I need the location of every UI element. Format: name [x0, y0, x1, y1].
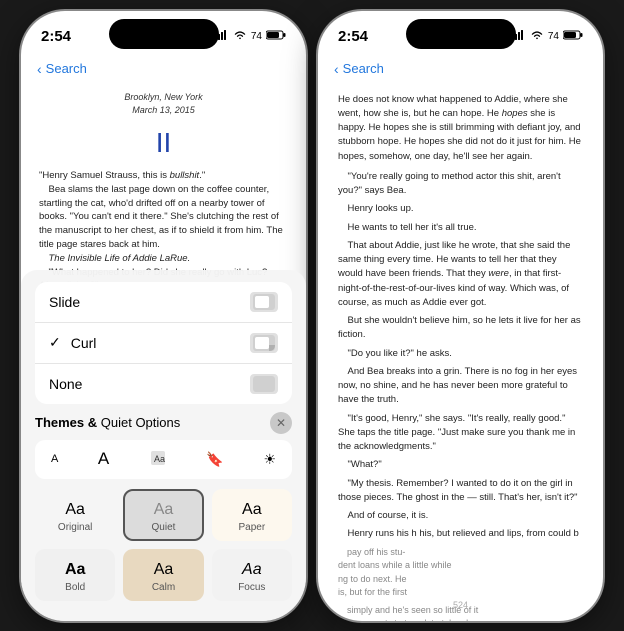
book-para-13: Henry runs his h his, but relieved and l… [338, 527, 583, 541]
book-chapter: II [39, 123, 288, 164]
theme-sample-focus: Aa [222, 561, 282, 579]
battery-label-right: 74 [548, 31, 559, 42]
toolbar-row: A A Aa 🔖 ☀ [35, 440, 292, 479]
left-phone: 2:54 74 ‹ Search Brooklyn, New Y [21, 11, 306, 621]
back-link-right[interactable]: ‹ Search [318, 55, 603, 83]
slide-row-none[interactable]: None [35, 363, 292, 404]
bookmark-btn[interactable]: 🔖 [200, 448, 229, 471]
wifi-icon [233, 30, 247, 43]
battery-bar [266, 30, 286, 43]
phones-container: 2:54 74 ‹ Search Brooklyn, New Y [21, 11, 603, 621]
overlay-panel: Slide ✓ Curl None [21, 270, 306, 621]
book-para-1: He does not know what happened to Addie,… [338, 93, 583, 164]
theme-name-calm: Calm [133, 582, 193, 593]
none-label: None [49, 376, 82, 392]
checkmark-icon: ✓ [49, 334, 61, 351]
theme-sample-paper: Aa [222, 501, 282, 519]
font-increase-btn[interactable]: A [92, 446, 115, 472]
theme-sample-bold: Aa [45, 561, 105, 579]
book-para-10: "What?" [338, 458, 583, 472]
time-left: 2:54 [41, 28, 71, 45]
curl-icon [250, 333, 278, 353]
themes-header: Themes & Quiet Options ✕ [35, 412, 292, 434]
book-para-14: pay off his stu-dent loans while a littl… [338, 546, 583, 600]
theme-card-bold[interactable]: Aa Bold [35, 549, 115, 601]
status-icons-left: 74 [215, 30, 286, 43]
theme-name-bold: Bold [45, 582, 105, 593]
theme-sample-calm: Aa [133, 561, 193, 579]
book-header: Brooklyn, New York March 13, 2015 [39, 91, 288, 117]
book-para-8: And Bea breaks into a grin. There is no … [338, 365, 583, 408]
quiet-options-label: Quiet Options [101, 415, 181, 430]
slide-row-curl[interactable]: ✓ Curl [35, 322, 292, 363]
theme-card-calm[interactable]: Aa Calm [123, 549, 203, 601]
close-button[interactable]: ✕ [270, 412, 292, 434]
theme-card-paper[interactable]: Aa Paper [212, 489, 292, 541]
book-para-2: "You're really going to method actor thi… [338, 170, 583, 199]
font-style-btn[interactable]: Aa [143, 446, 173, 473]
theme-name-original: Original [45, 522, 105, 533]
book-content-right: He does not know what happened to Addie,… [318, 83, 603, 621]
back-link-left[interactable]: ‹ Search [21, 55, 306, 83]
font-decrease-btn[interactable]: A [45, 450, 64, 468]
none-icon [250, 374, 278, 394]
battery-bar-right [563, 30, 583, 43]
status-icons-right: 74 [512, 30, 583, 43]
theme-name-quiet: Quiet [133, 522, 193, 533]
page-number: 524 [318, 599, 603, 613]
slide-icon [250, 292, 278, 312]
themes-grid: Aa Original Aa Quiet Aa Paper Aa Bold [35, 489, 292, 601]
slide-row-slide[interactable]: Slide [35, 282, 292, 322]
theme-card-focus[interactable]: Aa Focus [212, 549, 292, 601]
slide-options: Slide ✓ Curl None [35, 282, 292, 404]
theme-name-paper: Paper [222, 522, 282, 533]
book-para-12: And of course, it is. [338, 509, 583, 523]
book-para-6: But she wouldn't believe him, so he lets… [338, 314, 583, 343]
back-label-left: Search [46, 61, 87, 76]
time-right: 2:54 [338, 28, 368, 45]
wifi-icon-right [530, 30, 544, 43]
theme-sample-original: Aa [45, 501, 105, 519]
theme-card-original[interactable]: Aa Original [35, 489, 115, 541]
right-phone: 2:54 74 ‹ Search He does not know what h… [318, 11, 603, 621]
theme-sample-quiet: Aa [133, 501, 193, 519]
curl-label: Curl [71, 335, 97, 351]
book-para-9: "It's good, Henry," she says. "It's real… [338, 412, 583, 455]
themes-title: Themes & Quiet Options [35, 415, 180, 430]
back-label-right: Search [343, 61, 384, 76]
theme-name-focus: Focus [222, 582, 282, 593]
back-chevron-icon-right: ‹ [334, 61, 339, 77]
back-chevron-icon: ‹ [37, 61, 42, 77]
book-para-7: "Do you like it?" he asks. [338, 347, 583, 361]
theme-card-quiet[interactable]: Aa Quiet [123, 489, 203, 541]
slide-label: Slide [49, 294, 80, 310]
book-para-5: That about Addie, just like he wrote, th… [338, 239, 583, 310]
dynamic-island-right [406, 19, 516, 49]
svg-text:Aa: Aa [154, 454, 165, 464]
battery-icon: 74 [251, 31, 262, 42]
book-para-4: He wants to tell her it's all true. [338, 221, 583, 235]
dynamic-island-left [109, 19, 219, 49]
book-para-3: Henry looks up. [338, 202, 583, 216]
brightness-btn[interactable]: ☀ [257, 448, 282, 471]
book-para-11: "My thesis. Remember? I wanted to do it … [338, 477, 583, 506]
